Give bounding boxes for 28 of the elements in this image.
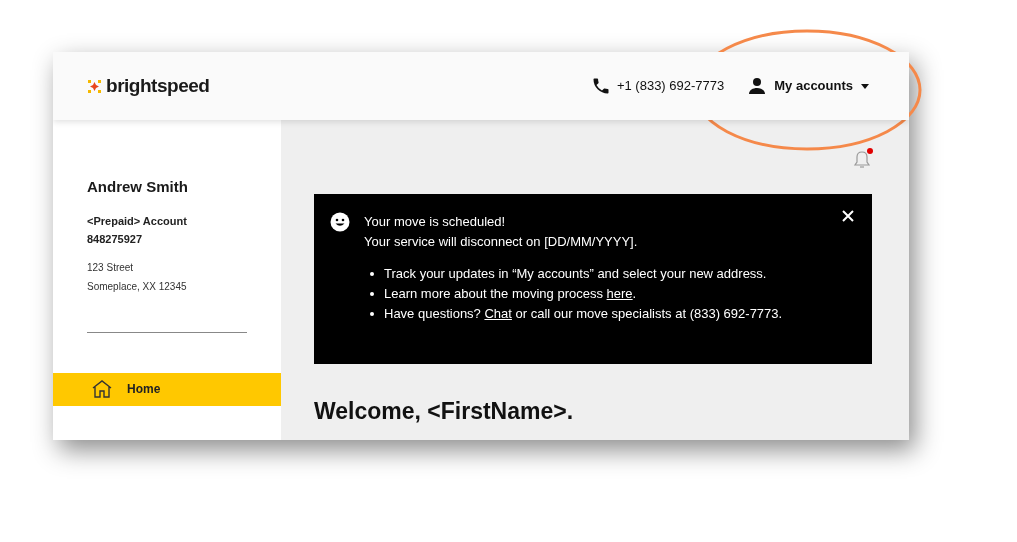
person-icon [748,77,767,95]
customer-name: Andrew Smith [87,177,189,197]
welcome-heading: Welcome, <FirstName>. [314,397,575,426]
phone-number[interactable]: +1 (833) 692-7773 [616,76,725,96]
bullet-icon [370,272,374,276]
address-line: 123 Street [87,260,135,275]
nav-item[interactable]: Home [53,372,281,406]
bullet-text: Have questions? Chat or call our move specialists at (833) 692-7773. [384,305,784,323]
notice-title: Your move is scheduled! [364,213,507,231]
account-number: 848275927 [87,232,144,247]
address-line: Someplace, XX 12345 [87,279,188,294]
bullet-text: Learn more about the moving process here. [384,285,638,303]
close-button[interactable] [840,208,856,224]
bullet-text: Track your updates in “My accounts” and select your new address. [384,265,768,283]
account-type: <Prepaid> Account [87,213,188,229]
account-menu-button[interactable]: My accounts [748,76,869,96]
smiley-icon [330,212,350,232]
close-icon [842,210,854,222]
text-link[interactable]: Chat [484,306,512,321]
logo-text[interactable]: brightspeed [106,71,210,101]
caret-icon [861,83,869,89]
notice-subtitle: Your service will disconnect on [DD/MM/YYYY]. [364,233,639,251]
home-icon [91,379,113,399]
logo-icon [88,79,101,93]
bullet-icon [370,292,374,296]
notification-bell-icon[interactable] [853,150,871,170]
text-link[interactable]: here [606,286,633,301]
bullet-icon [370,312,374,316]
